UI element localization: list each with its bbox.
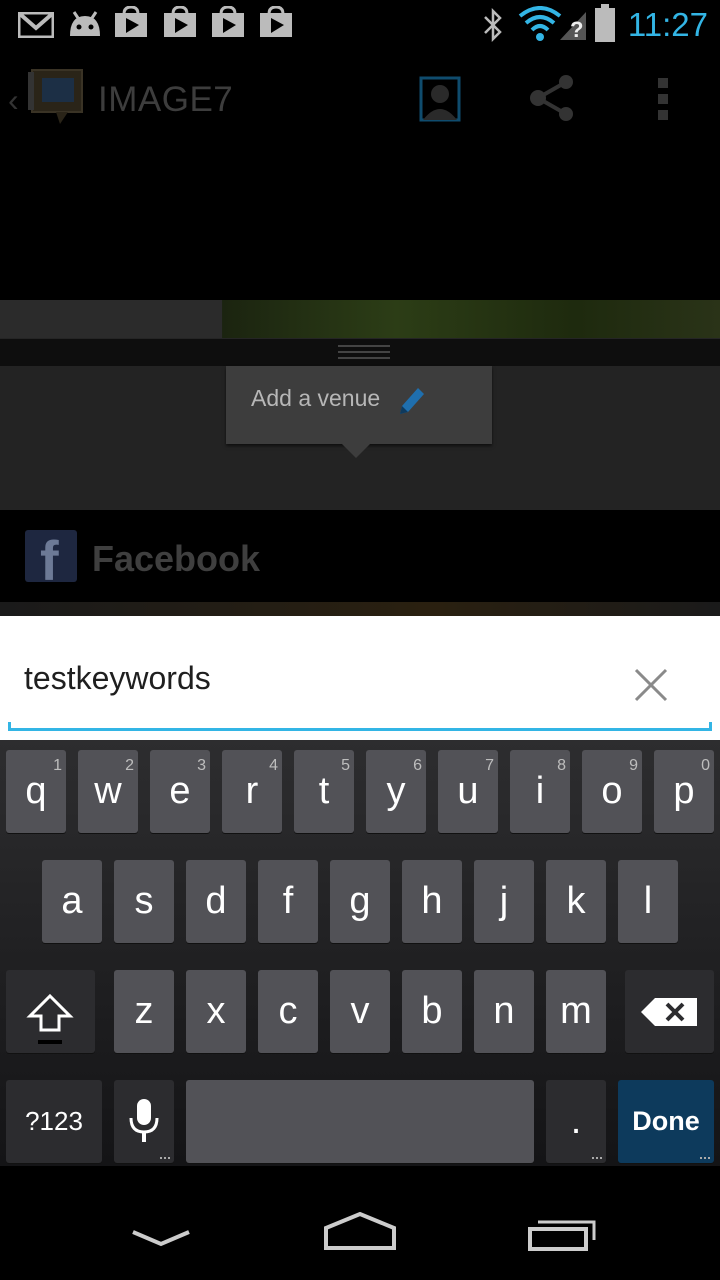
more-dots: [592, 1157, 602, 1159]
key-r[interactable]: r4: [222, 750, 282, 833]
add-venue-label[interactable]: Add a venue: [251, 385, 380, 412]
key-y[interactable]: y6: [366, 750, 426, 833]
grip-line: [338, 345, 390, 347]
key-t[interactable]: t5: [294, 750, 354, 833]
play-store-icon: [115, 6, 147, 37]
search-input-value[interactable]: testkeywords: [24, 660, 211, 697]
home-icon[interactable]: [322, 1212, 398, 1252]
key-hint: 3: [197, 757, 206, 774]
pencil-icon[interactable]: [396, 384, 426, 416]
mic-key[interactable]: [114, 1080, 174, 1163]
app-logo-icon[interactable]: [26, 68, 88, 128]
symbols-key[interactable]: ?123: [6, 1080, 102, 1163]
key-o[interactable]: o9: [582, 750, 642, 833]
key-l[interactable]: l: [618, 860, 678, 943]
key-m[interactable]: m: [546, 970, 606, 1053]
no-signal-icon: ?: [560, 12, 586, 42]
recent-apps-icon[interactable]: [526, 1216, 598, 1252]
grip-line: [338, 357, 390, 359]
key-h[interactable]: h: [402, 860, 462, 943]
key-i[interactable]: i8: [510, 750, 570, 833]
contact-icon[interactable]: [418, 76, 462, 122]
key-v[interactable]: v: [330, 970, 390, 1053]
back-down-icon[interactable]: [130, 1228, 192, 1250]
key-hint: 2: [125, 757, 134, 774]
key-s[interactable]: s: [114, 860, 174, 943]
soft-keyboard: q1 w2 e3 r4 t5 y6 u7 i8 o9 p0 a s d f g …: [0, 740, 720, 1166]
key-n[interactable]: n: [474, 970, 534, 1053]
key-z[interactable]: z: [114, 970, 174, 1053]
key-k[interactable]: k: [546, 860, 606, 943]
status-clock: 11:27: [627, 6, 708, 43]
key-q[interactable]: q1: [6, 750, 66, 833]
app-title: IMAGE7: [98, 80, 234, 119]
key-u[interactable]: u7: [438, 750, 498, 833]
play-store-icon: [212, 6, 244, 37]
status-bar: ? 11:27: [0, 0, 720, 50]
clear-icon[interactable]: [632, 666, 670, 704]
key-hint: 8: [557, 757, 566, 774]
android-icon: [70, 11, 100, 36]
key-f[interactable]: f: [258, 860, 318, 943]
photo-thumbnail: [0, 300, 222, 338]
key-hint: 9: [629, 757, 638, 774]
shift-icon: [26, 993, 74, 1044]
key-b[interactable]: b: [402, 970, 462, 1053]
photo-strip: [0, 300, 720, 338]
drag-handle[interactable]: [0, 338, 720, 366]
backspace-key[interactable]: [625, 970, 714, 1053]
key-a[interactable]: a: [42, 860, 102, 943]
play-store-icon: [260, 6, 292, 37]
key-hint: 4: [269, 757, 278, 774]
key-g[interactable]: g: [330, 860, 390, 943]
key-hint: 7: [485, 757, 494, 774]
backspace-icon: [641, 998, 697, 1026]
popup-arrow: [341, 443, 371, 458]
key-e[interactable]: e3: [150, 750, 210, 833]
more-dots: [700, 1157, 710, 1159]
shift-key[interactable]: [6, 970, 95, 1053]
facebook-row[interactable]: f Facebook: [0, 510, 720, 602]
key-hint: 1: [53, 757, 62, 774]
key-hint: 6: [413, 757, 422, 774]
search-input[interactable]: testkeywords: [0, 616, 720, 740]
facebook-label: Facebook: [92, 538, 261, 579]
input-underline: [8, 722, 712, 731]
period-key[interactable]: .: [546, 1080, 606, 1163]
photo-strip: [0, 602, 720, 616]
key-j[interactable]: j: [474, 860, 534, 943]
bluetooth-icon: [484, 8, 502, 42]
up-chevron-icon[interactable]: ‹: [8, 82, 19, 119]
navigation-bar: [0, 1166, 720, 1280]
key-w[interactable]: w2: [78, 750, 138, 833]
key-p[interactable]: p0: [654, 750, 714, 833]
key-x[interactable]: x: [186, 970, 246, 1053]
wifi-icon: [518, 6, 562, 41]
grip-line: [338, 351, 390, 353]
more-dots: [160, 1157, 170, 1159]
gmail-icon: [18, 12, 54, 38]
action-bar: ‹ IMAGE7: [0, 50, 720, 150]
microphone-icon: [129, 1099, 159, 1142]
key-hint: 5: [341, 757, 350, 774]
share-icon[interactable]: [528, 74, 576, 122]
battery-icon: [595, 4, 615, 42]
space-key[interactable]: [186, 1080, 534, 1163]
svg-text:?: ?: [570, 17, 583, 42]
done-key[interactable]: Done: [618, 1080, 714, 1163]
play-store-icon: [164, 6, 196, 37]
key-hint: 0: [701, 757, 710, 774]
facebook-icon: f: [25, 530, 77, 582]
key-c[interactable]: c: [258, 970, 318, 1053]
key-d[interactable]: d: [186, 860, 246, 943]
overflow-menu-icon[interactable]: [656, 78, 670, 120]
